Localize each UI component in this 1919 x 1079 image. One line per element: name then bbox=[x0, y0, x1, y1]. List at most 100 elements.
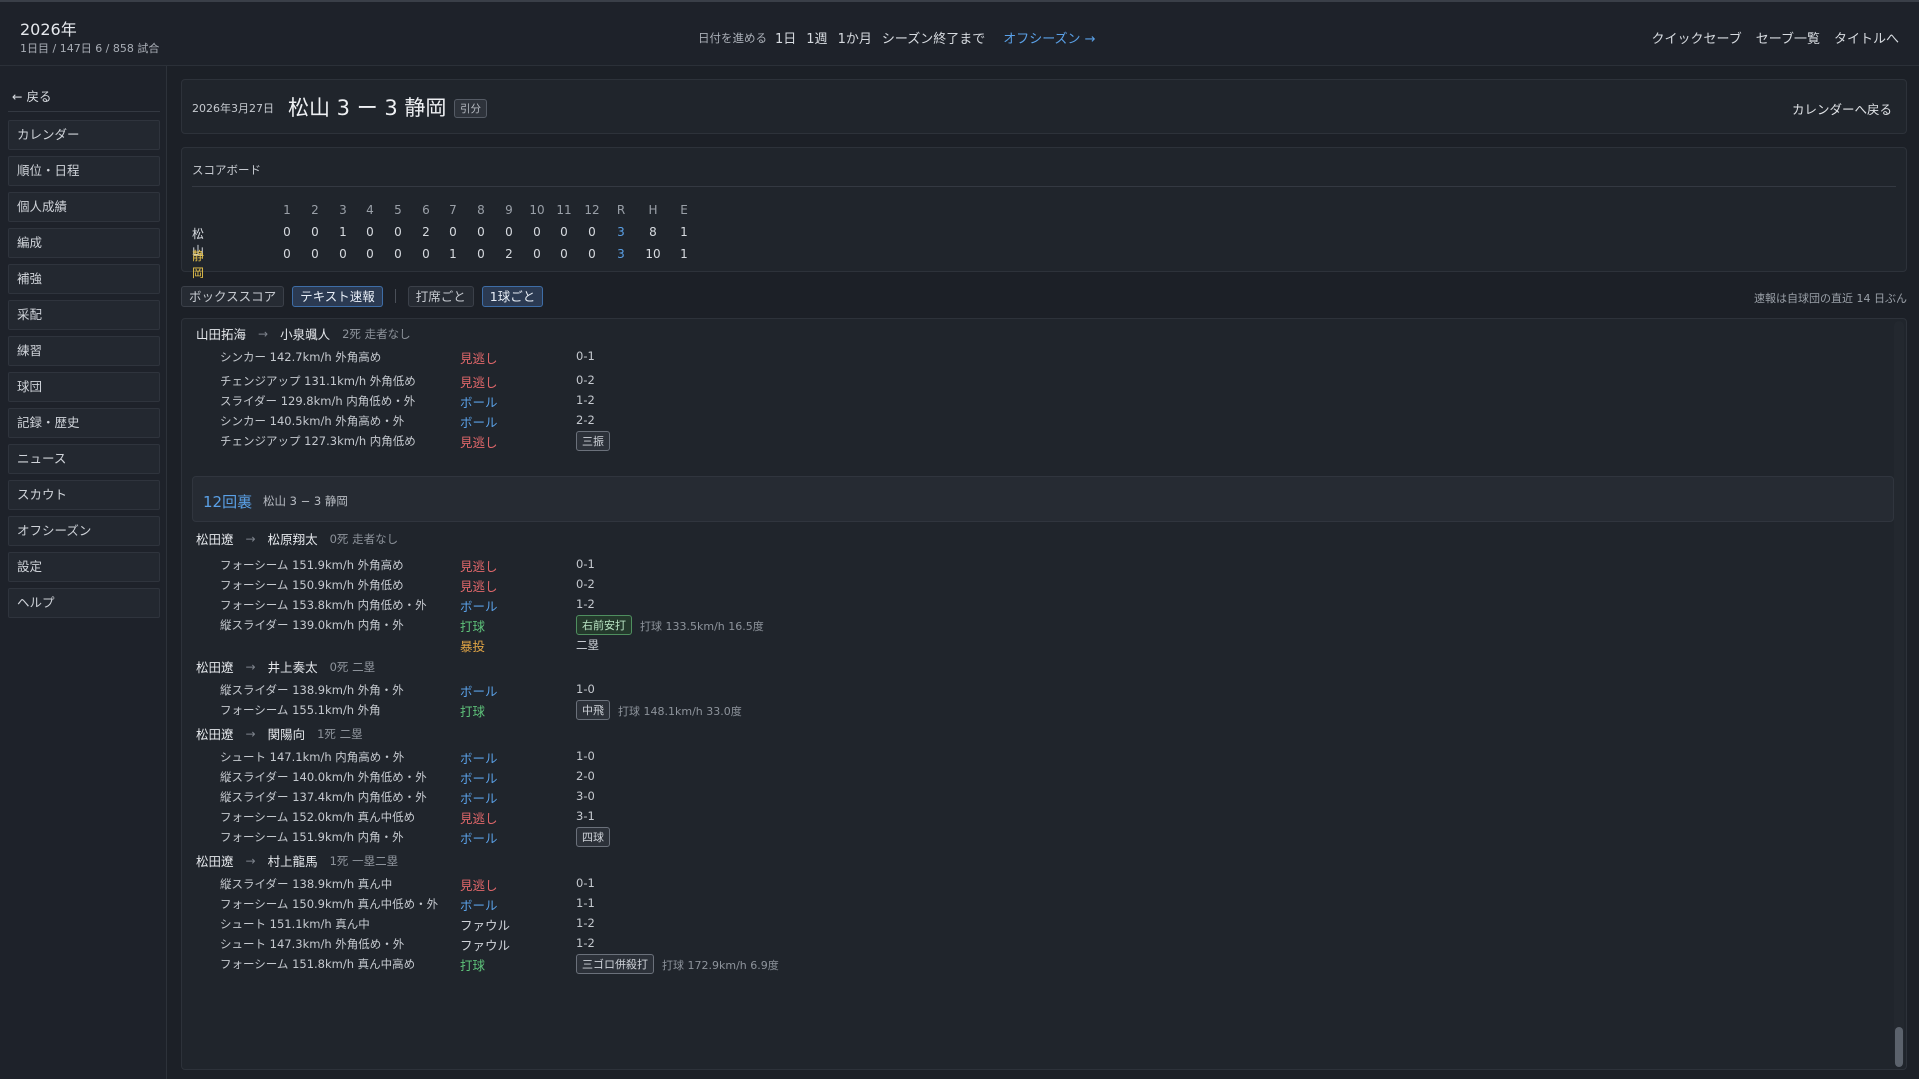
count-text: 3-1 bbox=[576, 809, 595, 823]
tab-per-at-bat[interactable]: 打席ごと bbox=[407, 285, 474, 307]
save-list-button[interactable]: セーブ一覧 bbox=[1756, 28, 1820, 47]
scoreboard-header-cell: 8 bbox=[477, 203, 485, 217]
sidebar-item-roster[interactable]: 編成 bbox=[8, 228, 160, 258]
base-situation: 0死 二塁 bbox=[329, 659, 376, 674]
sidebar-item-stats[interactable]: 個人成績 bbox=[8, 192, 160, 222]
base-situation: 0死 走者なし bbox=[329, 531, 399, 546]
log-scrollbar-thumb[interactable] bbox=[1895, 1027, 1903, 1067]
arrow-icon: → bbox=[245, 659, 256, 674]
pitch-count: 1-2 bbox=[576, 936, 595, 950]
pitch-result: ボール bbox=[460, 831, 498, 846]
pitch-description: シュート 151.1km/h 真ん中 bbox=[220, 917, 370, 931]
pitch-count: 三振 bbox=[576, 431, 610, 451]
pitcher-name: 松田遼 bbox=[196, 854, 234, 869]
at-bat-header: 山田拓海 → 小泉颯人 2死 走者なし bbox=[196, 324, 411, 343]
pitch-count: 1-1 bbox=[576, 896, 595, 910]
arrow-icon: → bbox=[245, 531, 256, 546]
tab-box-score[interactable]: ボックススコア bbox=[181, 285, 285, 307]
scoreboard-header-cell: E bbox=[680, 203, 688, 217]
sidebar-item-calendar[interactable]: カレンダー bbox=[8, 120, 160, 150]
pitch-description: 縦スライダー 139.0km/h 内角・外 bbox=[220, 618, 404, 632]
advance-label: 日付を進める bbox=[698, 30, 767, 45]
scoreboard-cell: 0 bbox=[422, 247, 430, 261]
count-text: 0-1 bbox=[576, 876, 595, 890]
pitch-result: 見逃し bbox=[460, 351, 498, 366]
outcome-badge: 右前安打 bbox=[576, 615, 632, 635]
scoreboard-header-cell: 9 bbox=[505, 203, 513, 217]
season-progress: 1日目 / 147日 6 / 858 試合 bbox=[20, 42, 160, 55]
pitch-description: シンカー 142.7km/h 外角高め bbox=[220, 350, 382, 364]
pitch-count: 1-0 bbox=[576, 682, 595, 696]
play-by-play-log[interactable]: 12回裏 松山 3 − 3 静岡 山田拓海 → 小泉颯人 2死 走者なし シンカー 14… bbox=[181, 318, 1907, 1070]
pitch-description: フォーシーム 151.9km/h 内角・外 bbox=[220, 830, 404, 844]
back-link[interactable]: ← 戻る bbox=[12, 86, 51, 105]
sidebar-item-scout[interactable]: スカウト bbox=[8, 480, 160, 510]
pitch-result: ボール bbox=[460, 771, 498, 786]
outcome-badge: 中飛 bbox=[576, 700, 610, 720]
scoreboard-cell: 0 bbox=[588, 225, 596, 239]
at-bat-header: 松田遼 → 関陽向 1死 二塁 bbox=[196, 724, 363, 743]
pitch-description: フォーシーム 155.1km/h 外角 bbox=[220, 703, 381, 717]
pitch-description: 縦スライダー 138.9km/h 外角・外 bbox=[220, 683, 404, 697]
pitch-result: 見逃し bbox=[460, 559, 498, 574]
sidebar-item-reinforce[interactable]: 補強 bbox=[8, 264, 160, 294]
pitcher-name: 山田拓海 bbox=[196, 327, 247, 342]
sidebar-item-help[interactable]: ヘルプ bbox=[8, 588, 160, 618]
inning-score: 松山 3 − 3 静岡 bbox=[263, 494, 348, 508]
pitcher-name: 松田遼 bbox=[196, 727, 234, 742]
sidebar-item-news[interactable]: ニュース bbox=[8, 444, 160, 474]
pitch-result: 打球 bbox=[460, 958, 486, 973]
advance-1-week-button[interactable]: 1週 bbox=[806, 28, 827, 47]
count-text: 0-2 bbox=[576, 577, 595, 591]
arrow-icon: → bbox=[245, 853, 256, 868]
pitch-count: 3-0 bbox=[576, 789, 595, 803]
quick-save-button[interactable]: クイックセーブ bbox=[1652, 28, 1742, 47]
date-advance-controls: 日付を進める 1日 1週 1か月 シーズン終了まで オフシーズン → bbox=[698, 28, 1096, 48]
scoreboard-cell: 0 bbox=[560, 225, 568, 239]
pitch-count: 中飛 打球 148.1km/h 33.0度 bbox=[576, 700, 742, 720]
at-bat-header: 松田遼 → 松原翔太 0死 走者なし bbox=[196, 529, 398, 548]
sidebar-item-records[interactable]: 記録・歴史 bbox=[8, 408, 160, 438]
pitch-count: 1-2 bbox=[576, 597, 595, 611]
tab-text-live[interactable]: テキスト速報 bbox=[292, 285, 383, 307]
scoreboard-cell: 2 bbox=[505, 247, 513, 261]
log-scrollbar[interactable] bbox=[1894, 321, 1904, 1065]
sidebar-item-offseason[interactable]: オフシーズン bbox=[8, 516, 160, 546]
sidebar-item-practice[interactable]: 練習 bbox=[8, 336, 160, 366]
count-text: 1-1 bbox=[576, 896, 595, 910]
scoreboard: スコアボード 1 2 3 4 5 6 7 8 9 10 11 12 R H E 松山 0 0 1 0 0 2 0 0 0 0 0 0 3… bbox=[181, 147, 1907, 280]
pitcher-name: 松田遼 bbox=[196, 532, 234, 547]
pitch-result: ボール bbox=[460, 415, 498, 430]
sidebar-item-standings[interactable]: 順位・日程 bbox=[8, 156, 160, 186]
sidebar-item-club[interactable]: 球団 bbox=[8, 372, 160, 402]
tab-per-pitch[interactable]: 1球ごと bbox=[481, 285, 544, 307]
count-text: 0-1 bbox=[576, 349, 595, 363]
scoreboard-divider bbox=[192, 186, 1896, 187]
scoreboard-header-cell: 12 bbox=[584, 203, 600, 217]
count-text: 2-0 bbox=[576, 769, 595, 783]
tab-separator bbox=[394, 289, 396, 303]
pitch-count: 2-2 bbox=[576, 413, 595, 427]
pitch-description: チェンジアップ 131.1km/h 外角低め bbox=[220, 374, 416, 388]
advance-season-end-button[interactable]: シーズン終了まで bbox=[882, 28, 985, 47]
count-text: 1-2 bbox=[576, 916, 595, 930]
pitch-result: ボール bbox=[460, 791, 498, 806]
advance-1-day-button[interactable]: 1日 bbox=[775, 28, 796, 47]
match-date: 2026年3月27日 bbox=[192, 102, 274, 115]
count-text: 0-1 bbox=[576, 557, 595, 571]
scoreboard-header-cell: 1 bbox=[283, 203, 291, 217]
count-text: 3-0 bbox=[576, 789, 595, 803]
offseason-link[interactable]: オフシーズン → bbox=[1003, 28, 1095, 47]
back-to-calendar-button[interactable]: カレンダーへ戻る bbox=[1792, 99, 1892, 118]
pitch-description: シンカー 140.5km/h 外角高め・外 bbox=[220, 414, 405, 428]
to-title-button[interactable]: タイトルへ bbox=[1834, 28, 1899, 47]
inning-title: 12回裏 bbox=[203, 493, 253, 511]
sidebar-item-settings[interactable]: 設定 bbox=[8, 552, 160, 582]
scoreboard-header-cell: 4 bbox=[366, 203, 374, 217]
scoreboard-cell: 0 bbox=[339, 247, 347, 261]
pitch-description: 縦スライダー 138.9km/h 真ん中 bbox=[220, 877, 393, 891]
sidebar-item-tactics[interactable]: 采配 bbox=[8, 300, 160, 330]
pitch-count: 1-2 bbox=[576, 916, 595, 930]
arrow-icon: → bbox=[258, 326, 269, 341]
advance-1-month-button[interactable]: 1か月 bbox=[838, 28, 872, 47]
